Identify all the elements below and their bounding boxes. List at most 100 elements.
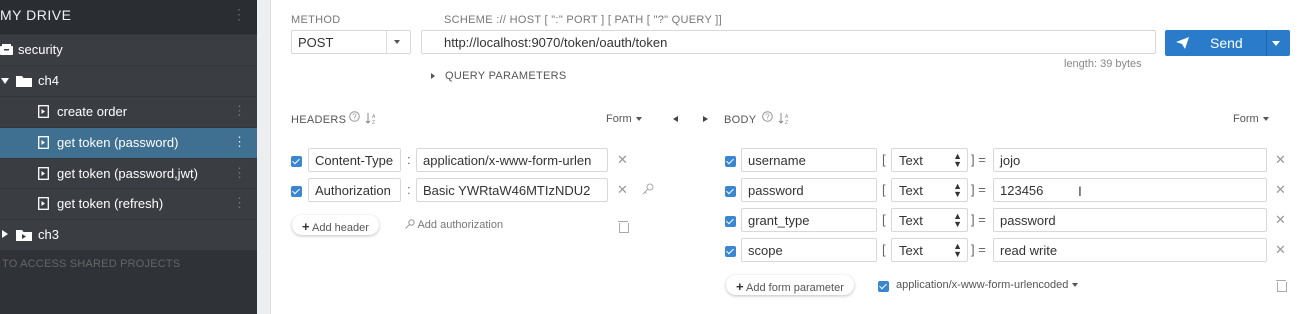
method-select[interactable]: POST — [291, 30, 411, 54]
sidebar-item-get-token-password-jwt[interactable]: get token (password,jwt) ⋮ — [0, 158, 257, 189]
param-value-input[interactable]: password — [993, 208, 1267, 232]
collapse-left-icon[interactable] — [673, 116, 678, 122]
sidebar-title: MY DRIVE — [0, 7, 72, 23]
url-input[interactable]: http://localhost:9070/token/oauth/token — [421, 30, 1156, 54]
add-form-parameter-button[interactable]: + Add form parameter — [726, 275, 854, 295]
param-value-input[interactable]: 123456 — [993, 178, 1267, 202]
sidebar-item-label: get token (refresh) — [57, 196, 164, 211]
send-label: Send — [1210, 35, 1243, 51]
trash-icon[interactable] — [618, 221, 629, 233]
method-label: METHOD — [291, 14, 341, 26]
param-enable-checkbox[interactable] — [725, 246, 736, 257]
param-enable-checkbox[interactable] — [725, 216, 736, 227]
param-value-input[interactable]: jojo — [993, 148, 1267, 172]
param-name-input[interactable]: username — [741, 148, 877, 172]
scheme-label: SCHEME :// HOST [ ":" PORT ] [ PATH [ "?… — [444, 14, 722, 26]
stepper-icon: ▲ ▼ — [953, 151, 962, 169]
sidebar: MY DRIVE ⋮ security ch4 create order ⋮ g… — [0, 0, 257, 314]
request-icon — [38, 167, 49, 180]
param-type-select[interactable]: Text ▲ ▼ — [891, 238, 968, 262]
sidebar-item-label: create order — [57, 104, 128, 119]
header-value-input[interactable]: application/x-www-form-urlen — [416, 148, 608, 172]
content-type-checkbox[interactable] — [878, 281, 889, 292]
close-icon[interactable]: ✕ — [1275, 242, 1286, 258]
shared-projects-text[interactable]: TO ACCESS SHARED PROJECTS — [2, 258, 180, 270]
collapse-right-icon[interactable] — [703, 116, 708, 122]
folder-icon — [16, 76, 32, 87]
url-value: http://localhost:9070/token/oauth/token — [444, 35, 668, 50]
param-name-input[interactable]: grant_type — [741, 208, 877, 232]
sidebar-item-security[interactable]: security — [0, 34, 257, 65]
chevron-right-icon[interactable] — [431, 73, 435, 79]
item-menu-icon[interactable]: ⋮ — [233, 134, 246, 150]
header-enable-checkbox[interactable] — [291, 186, 302, 197]
sidebar-item-ch4[interactable]: ch4 — [0, 65, 257, 96]
close-icon[interactable]: ✕ — [1275, 212, 1286, 228]
headers-format-dropdown[interactable]: Form — [596, 109, 652, 129]
project-icon — [0, 44, 13, 55]
send-button[interactable]: Send — [1165, 30, 1290, 56]
param-value-input[interactable]: read write — [993, 238, 1267, 262]
sidebar-item-label: get token (password,jwt) — [57, 166, 198, 181]
param-enable-checkbox[interactable] — [725, 186, 736, 197]
body-title: BODY — [724, 114, 757, 126]
item-menu-icon[interactable]: ⋮ — [233, 195, 246, 211]
chevron-down-icon[interactable] — [1, 78, 9, 84]
item-menu-icon[interactable]: ⋮ — [233, 103, 246, 119]
content-type-dropdown[interactable]: application/x-www-form-urlencoded — [896, 279, 1079, 291]
query-params-toggle[interactable]: QUERY PARAMETERS — [445, 70, 567, 82]
param-type-select[interactable]: Text ▲ ▼ — [891, 178, 968, 202]
help-icon[interactable]: ? — [762, 111, 773, 122]
add-authorization-button[interactable]: Add authorization — [405, 219, 503, 231]
sidebar-item-get-token-password[interactable]: get token (password) ⋮ — [0, 127, 257, 158]
sidebar-item-label: security — [18, 42, 63, 57]
header-name-input[interactable]: Authorization — [308, 178, 401, 202]
request-icon — [38, 105, 49, 118]
svg-text:Z: Z — [785, 120, 788, 125]
folder-icon — [16, 230, 32, 241]
param-name-input[interactable]: password — [741, 178, 877, 202]
sidebar-header: MY DRIVE ⋮ — [0, 0, 257, 35]
sort-icon[interactable]: AZ — [365, 112, 377, 125]
close-icon[interactable]: ✕ — [1275, 182, 1286, 198]
key-icon — [405, 219, 415, 229]
request-icon — [38, 136, 49, 149]
svg-text:?: ? — [765, 113, 770, 122]
header-name-input[interactable]: Content-Type — [308, 148, 401, 172]
param-type-select[interactable]: Text ▲ ▼ — [891, 208, 968, 232]
method-value: POST — [298, 35, 334, 50]
add-header-button[interactable]: + Add header — [292, 215, 379, 235]
send-options-icon[interactable] — [1272, 41, 1280, 46]
sort-icon[interactable]: AZ — [778, 112, 790, 125]
param-enable-checkbox[interactable] — [725, 156, 736, 167]
text-cursor-icon: I — [1078, 183, 1082, 199]
close-icon[interactable]: ✕ — [617, 152, 628, 168]
svg-text:Z: Z — [372, 120, 375, 125]
help-icon[interactable]: ? — [349, 111, 360, 122]
body-format-dropdown[interactable]: Form — [1223, 109, 1279, 129]
sidebar-item-label: ch3 — [38, 227, 59, 242]
stepper-icon: ▲ ▼ — [953, 241, 962, 259]
close-icon[interactable]: ✕ — [617, 182, 628, 198]
sidebar-item-ch3[interactable]: ch3 — [0, 219, 257, 250]
length-text: length: 39 bytes — [1064, 58, 1142, 70]
sidebar-item-label: ch4 — [38, 73, 59, 88]
chevron-right-icon[interactable] — [2, 230, 8, 238]
svg-text:?: ? — [352, 113, 357, 122]
send-icon — [1176, 37, 1189, 49]
stepper-icon: ▲ ▼ — [953, 181, 962, 199]
chevron-down-icon — [394, 40, 400, 44]
sidebar-item-create-order[interactable]: create order ⋮ — [0, 96, 257, 127]
sidebar-item-label: get token (password) — [57, 135, 179, 150]
param-type-select[interactable]: Text ▲ ▼ — [891, 148, 968, 172]
header-value-input[interactable]: Basic YWRtaW46MTIzNDU2 — [416, 178, 608, 202]
item-menu-icon[interactable]: ⋮ — [233, 165, 246, 181]
param-name-input[interactable]: scope — [741, 238, 877, 262]
header-enable-checkbox[interactable] — [291, 156, 302, 167]
sidebar-item-get-token-refresh[interactable]: get token (refresh) ⋮ — [0, 188, 257, 219]
trash-icon[interactable] — [1276, 280, 1287, 292]
close-icon[interactable]: ✕ — [1275, 152, 1286, 168]
key-icon[interactable] — [642, 183, 654, 195]
sidebar-menu-icon[interactable]: ⋮ — [232, 6, 246, 23]
headers-title: HEADERS — [291, 114, 347, 126]
